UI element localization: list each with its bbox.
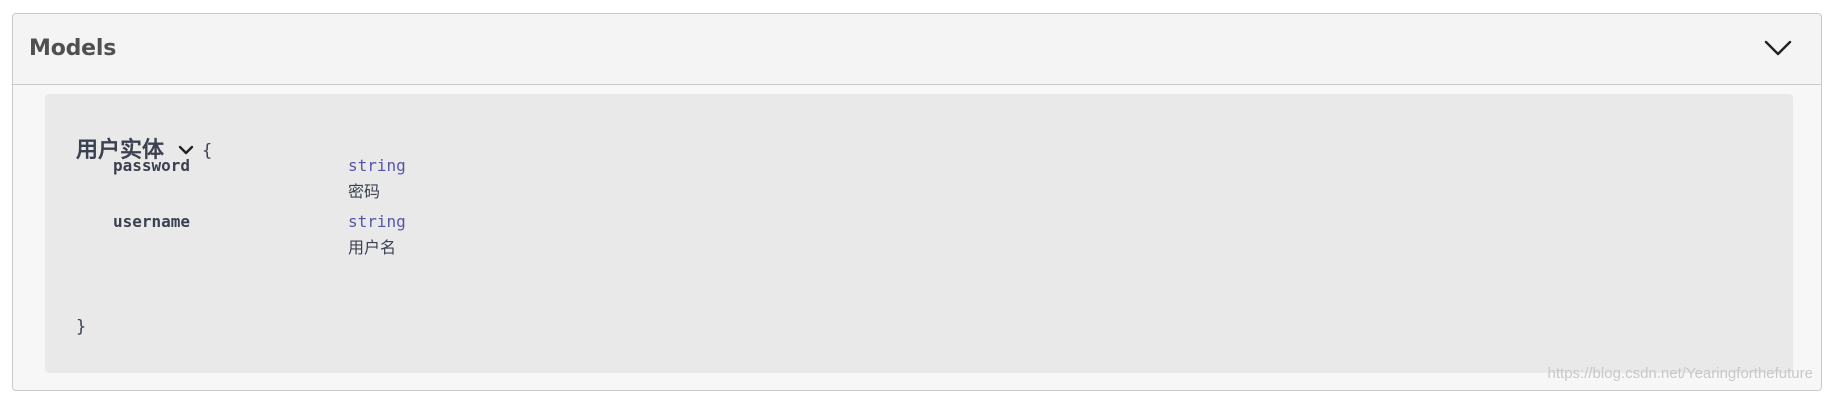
chevron-down-icon[interactable]	[1761, 32, 1795, 64]
models-header[interactable]: Models	[13, 14, 1821, 85]
models-title: Models	[29, 36, 117, 61]
property-description: 密码	[348, 182, 381, 201]
open-brace: {	[202, 141, 213, 161]
property-type: string	[348, 212, 406, 231]
property-name: username	[113, 212, 191, 231]
property-description: 用户名	[348, 238, 397, 257]
models-section: Models 用户实体 { password string 密码 usernam…	[12, 13, 1822, 391]
property-type: string	[348, 156, 406, 175]
watermark: https://blog.csdn.net/Yearingforthefutur…	[1547, 365, 1813, 382]
model-box: 用户实体 { password string 密码 username strin…	[45, 94, 1793, 373]
property-name: password	[113, 156, 191, 175]
close-brace: }	[76, 317, 87, 337]
